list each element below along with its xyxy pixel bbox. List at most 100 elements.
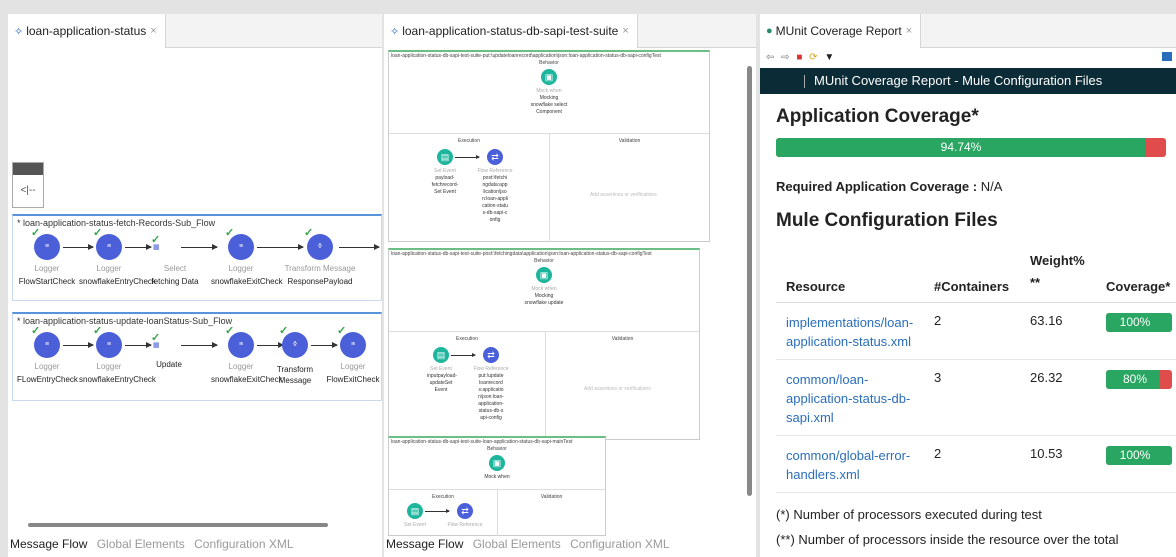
config-files-heading: Mule Configuration Files [776, 210, 998, 231]
close-icon[interactable]: × [150, 25, 156, 37]
test-suite-block[interactable]: loan-application-status-db-sapi-test-sui… [388, 248, 700, 440]
horizontal-scrollbar[interactable] [28, 523, 328, 527]
flow-node[interactable]: ≡ ✓ Logger FlowExitCheck [323, 326, 382, 385]
table-header-row: Resource #Containers Weight% ** Coverage… [776, 246, 1176, 303]
validation-section[interactable]: Validation [498, 490, 605, 536]
node-name: FlowStartCheck [18, 277, 76, 286]
resource-link[interactable]: common/global-error-handlers.xml [786, 448, 910, 482]
flow-node[interactable]: ≡ ✓ Logger FlowStartCheck [17, 228, 77, 287]
test-suite-block[interactable]: loan-application-status-db-sapi-test-sui… [388, 50, 710, 242]
processor-name: payload-fetchrecord-Set Event [431, 175, 459, 195]
sub-flow-fetch-records[interactable]: * loan-application-status-fetch-Records-… [12, 214, 382, 301]
flow-node[interactable]: Update [139, 358, 199, 370]
processor-name: put:\updateloanrecords:application\json:… [478, 373, 504, 421]
select-icon[interactable]: ▦ ✓ [151, 235, 160, 252]
sub-flow-update-loan-status[interactable]: * loan-application-status-update-loanSta… [12, 312, 382, 401]
tab-message-flow[interactable]: Message Flow [386, 537, 463, 551]
tab-label: MUnit Coverage Report [775, 24, 902, 38]
flow-arrow [125, 342, 152, 348]
tab-configuration-xml[interactable]: Configuration XML [194, 537, 293, 551]
flow-node[interactable]: ◊ ✓ Transform Message [265, 326, 325, 386]
tab-configuration-xml[interactable]: Configuration XML [570, 537, 669, 551]
external-link-icon[interactable] [1162, 52, 1172, 61]
close-icon[interactable]: × [906, 25, 912, 37]
footnote-processors-executed: (*) Number of processors executed during… [776, 507, 1042, 522]
set-event-node[interactable]: ▤ Set Event inputpayload-updateSet Event [425, 344, 457, 394]
set-event-icon: ▤ [437, 149, 453, 165]
node-type: Select [163, 264, 187, 273]
close-icon[interactable]: × [622, 25, 628, 37]
weight-cell: 10.53 [1020, 435, 1096, 493]
behavior-label: Behavior [487, 446, 507, 452]
validation-section[interactable]: Validation Add assertions or verificatio… [546, 332, 699, 440]
node-name: snowflakeExitCheck [211, 277, 283, 286]
flow-node[interactable]: ◊ ✓ Transform Message ResponsePayload [283, 228, 357, 287]
stop-icon[interactable]: ■ [796, 52, 802, 63]
node-name: snowflakeEntryCheck [79, 375, 156, 384]
flow-reference-node[interactable]: ⇄ Flow Reference put:\updateloanrecords:… [471, 344, 511, 422]
collapsed-panel[interactable]: <|-- [12, 162, 44, 208]
tab-label: loan-application-status [26, 24, 147, 38]
update-icon[interactable]: ▦ ✓ [151, 333, 160, 350]
processor-type: Flow Reference [473, 366, 509, 372]
logger-icon: ≡ ✓ [31, 228, 60, 260]
editor-bottom-tabs: Message Flow Global Elements Configurati… [386, 537, 676, 551]
set-event-node[interactable]: ▤ Set Event payload-fetchrecord-Set Even… [429, 146, 461, 196]
logger-icon: ≡ ✓ [225, 228, 254, 260]
vertical-scrollbar[interactable] [747, 66, 752, 496]
back-icon[interactable]: ⇦ [766, 52, 774, 63]
resource-link[interactable]: common/loan-application-status-db-sapi.x… [786, 372, 910, 425]
tab-message-flow[interactable]: Message Flow [10, 537, 87, 551]
report-body: Application Coverage* 94.74% Required Ap… [760, 94, 1176, 547]
logger-icon: ≡ ✓ [93, 228, 122, 260]
drop-hint: Add assertions or verifications [584, 386, 651, 392]
processor-name: inputpayload-updateSet Event [427, 373, 458, 393]
tab-test-suite[interactable]: ✧ loan-application-status-db-sapi-test-s… [384, 14, 638, 48]
resource-cell: implementations/loan-application-status.… [776, 302, 924, 360]
test-title: loan-application-status-db-sapi-test-sui… [391, 53, 661, 59]
globe-icon: ● [766, 25, 773, 37]
forward-icon[interactable]: ⇨ [781, 52, 789, 63]
processor-type: Flow Reference [447, 522, 483, 528]
flow-node[interactable]: ≡ ✓ Logger snowflakeExitCheck [211, 228, 283, 287]
tab-global-elements[interactable]: Global Elements [97, 537, 185, 551]
flow-reference-node[interactable]: ⇄ Flow Reference post:\fetchingdata:appl… [475, 146, 515, 224]
tab-loan-application-status[interactable]: ✧ loan-application-status × [8, 14, 166, 48]
set-event-node[interactable]: ▤ Set Event [399, 500, 431, 529]
collapse-toggle[interactable]: <|-- [13, 185, 43, 196]
tab-global-elements[interactable]: Global Elements [473, 537, 561, 551]
drop-hint: Add assertions or verifications [590, 192, 657, 198]
mock-icon[interactable]: ▣ [536, 267, 552, 283]
flow-node[interactable]: ≡ ✓ Logger snowflakeEntryCheck [79, 326, 156, 385]
behavior-section: Behavior ▣ Mock when Mocking snowflake s… [389, 60, 709, 134]
required-coverage-value: N/A [980, 179, 1003, 194]
validation-section[interactable]: Validation Add assertions or verificatio… [550, 134, 709, 242]
check-icon: ✓ [31, 325, 41, 337]
check-icon: ✓ [225, 325, 235, 337]
flow-reference-node[interactable]: ⇄ Flow Reference [445, 500, 485, 529]
node-type: Logger [228, 362, 254, 371]
containers-cell: 3 [924, 359, 1020, 436]
processor-type: Mock when [531, 286, 557, 292]
footnote-processors-total: (**) Number of processors inside the res… [776, 532, 1119, 547]
flow-node[interactable]: ≡ ✓ Logger snowflakeEntryCheck [79, 228, 156, 287]
validation-label: Validation [611, 336, 634, 342]
mock-icon[interactable]: ▣ [541, 69, 557, 85]
processor-name: Mock when [484, 474, 510, 480]
flow-node[interactable]: ≡ ✓ Logger snowflakeExitCheck [211, 326, 283, 385]
flow-reference-icon: ⇄ [457, 503, 473, 519]
flow-node[interactable]: Select fetching Data [145, 260, 205, 287]
processor-name: Mocking snowflake select Component [530, 95, 568, 115]
test-suite-block[interactable]: loan-application-status-db-sapi-test-sui… [388, 436, 606, 536]
test-title: loan-application-status-db-sapi-test-sui… [391, 439, 573, 445]
chevron-down-icon[interactable]: ▼ [824, 52, 834, 63]
refresh-icon[interactable]: ⟳ [809, 52, 817, 63]
mock-icon[interactable]: ▣ [489, 455, 505, 471]
required-coverage-label: Required Application Coverage : [776, 179, 978, 194]
tab-munit-coverage-report[interactable]: ● MUnit Coverage Report × [760, 14, 922, 48]
flow-editor-pane: ✧ loan-application-status × <|-- * loan-… [8, 14, 382, 557]
app-coverage-value: 94.74% [940, 140, 982, 154]
flow-node[interactable]: ≡ ✓ Logger FLowEntryCheck [17, 326, 78, 385]
coverage-value: 80% [1122, 372, 1148, 386]
resource-link[interactable]: implementations/loan-application-status.… [786, 315, 913, 349]
